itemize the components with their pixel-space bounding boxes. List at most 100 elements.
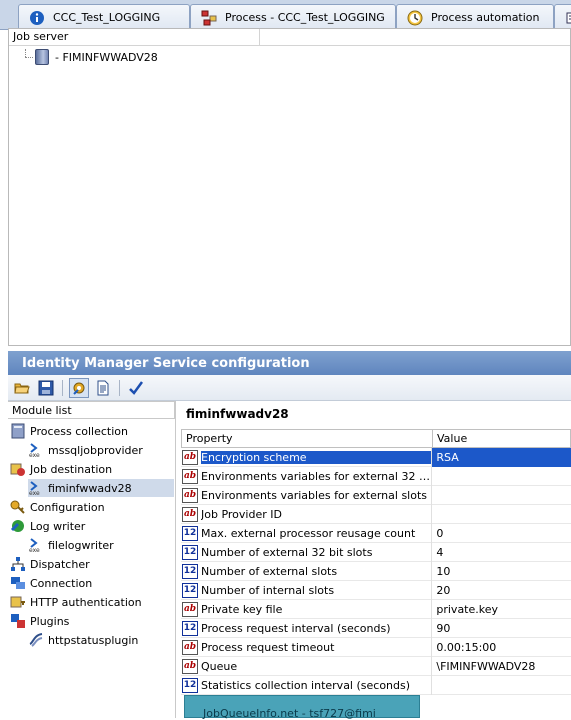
toolbar-separator [62,379,63,396]
property-name: Environments variables for external 32 b… [201,469,432,483]
module-plugins[interactable]: Plugins [10,612,69,630]
module-label: fiminfwwadv28 [48,481,132,495]
save-icon [38,380,54,395]
module-label: Dispatcher [30,557,90,571]
tab-process-automation[interactable]: Process automation [396,4,554,30]
tab-ccc-test-logging[interactable]: CCC_Test_LOGGING [18,4,190,30]
gear-config-icon [73,382,85,395]
module-dispatcher[interactable]: Dispatcher [10,555,90,573]
service-config-title: Identity Manager Service configuration [22,355,310,371]
property-row[interactable]: ab Encryption scheme RSA [181,447,571,467]
property-value[interactable]: \FIMINFWWADV28 [431,656,571,676]
module-label: Log writer [30,519,86,533]
document-tab-strip: CCC_Test_LOGGING Process - CCC_Test_LOGG… [0,0,571,30]
column-header-value[interactable]: Value [433,430,471,447]
folder-open-icon [14,383,30,393]
document-icon [97,380,109,395]
module-process-collection[interactable]: Process collection [10,422,128,440]
exe-icon: exe [28,537,44,553]
number-type-icon: 12 [182,563,198,579]
string-type-icon: ab [182,449,198,465]
property-value[interactable]: 0.00:15:00 [431,637,571,657]
property-value[interactable] [431,675,571,695]
property-value[interactable]: 0 [431,523,571,543]
property-value[interactable]: 90 [431,618,571,638]
string-type-icon: ab [182,468,198,484]
jobqueueinfo-window[interactable]: JobQueueInfo.net - tsf727@fimi [184,695,420,720]
property-row[interactable]: 12 Max. external processor reusage count 0 [181,523,571,543]
clock-icon [407,10,423,25]
property-row[interactable]: 12 Number of external slots 10 [181,561,571,581]
property-name: Process request timeout [201,640,335,654]
property-value[interactable] [431,466,571,486]
checkmark-icon [129,380,144,395]
server-label: - FIMINFWWADV28 [55,50,158,64]
document-button[interactable] [93,378,113,398]
logwriter-icon [10,518,26,534]
jobdest-icon [10,461,26,477]
info-icon [30,10,44,25]
property-row[interactable]: ab Process request timeout 0.00:15:00 [181,637,571,657]
open-button[interactable] [12,378,32,398]
svg-text:exe: exe [29,547,40,553]
job-server-column-header[interactable]: Job server [9,29,570,46]
list-icon [566,12,571,23]
module-mssqljobprovider[interactable]: exe mssqljobprovider [28,441,143,459]
property-value[interactable]: private.key [431,599,571,619]
accept-button[interactable] [126,378,146,398]
property-name: Statistics collection interval (seconds) [201,678,411,692]
module-label: HTTP authentication [30,595,142,609]
module-fiminfwwadv28[interactable]: exe fiminfwwadv28 [28,479,174,497]
string-type-icon: ab [182,506,198,522]
module-job-destination[interactable]: Job destination [10,460,112,478]
save-button[interactable] [36,378,56,398]
number-type-icon: 12 [182,525,198,541]
module-http-authentication[interactable]: HTTP authentication [10,593,142,611]
module-log-writer[interactable]: Log writer [10,517,85,535]
property-row[interactable]: ab Environments variables for external 32… [181,466,571,486]
property-value[interactable]: 10 [431,561,571,581]
property-row[interactable]: ab Environments variables for external sl… [181,485,571,505]
property-value[interactable] [431,504,571,524]
svg-text:exe: exe [29,490,40,496]
property-row[interactable]: 12 Number of external 32 bit slots 4 [181,542,571,562]
number-type-icon: 12 [182,677,198,693]
string-type-icon: ab [182,658,198,674]
tab-process-ccc-test-logging[interactable]: Process - CCC_Test_LOGGING [190,4,396,30]
module-list-header: Module list [8,401,175,419]
column-divider-highlight [260,29,261,45]
tree-connector [25,57,33,58]
property-name: Environments variables for external slot… [201,488,428,502]
plugin-icon [28,632,44,648]
module-label: mssqljobprovider [48,443,143,457]
property-name: Queue [201,659,238,673]
property-row[interactable]: 12 Number of internal slots 20 [181,580,571,600]
property-value[interactable]: RSA [431,447,571,467]
configure-button[interactable] [69,377,89,398]
module-connection[interactable]: Connection [10,574,92,592]
tree-node-server[interactable]: - FIMINFWWADV28 [35,49,158,65]
module-filelogwriter[interactable]: exe filelogwriter [28,536,114,554]
property-row[interactable]: ab Job Provider ID [181,504,571,524]
property-name: Job Provider ID [201,507,282,521]
property-value[interactable]: 20 [431,580,571,600]
property-value[interactable] [431,485,571,505]
property-grid-header: Property Value [181,429,571,448]
property-row[interactable]: ab Queue \FIMINFWWADV28 [181,656,571,676]
http-auth-icon [10,594,26,610]
module-list-header-label: Module list [12,404,72,417]
config-toolbar [8,375,571,401]
property-row[interactable]: 12 Statistics collection interval (second… [181,675,571,695]
property-value[interactable]: 4 [431,542,571,562]
column-header-property[interactable]: Property [182,430,433,447]
tab-overflow[interactable] [554,4,571,30]
property-grid: Property Value ab Encryption scheme RSA ab E… [181,429,571,695]
module-httpstatusplugin[interactable]: httpstatusplugin [28,631,138,649]
exe-icon: exe [28,442,44,458]
column-header-label: Job server [13,30,69,43]
property-row[interactable]: 12 Process request interval (seconds) 90 [181,618,571,638]
plugins-icon [10,613,26,629]
module-configuration[interactable]: Configuration [10,498,105,516]
module-label: Plugins [30,614,70,628]
property-row[interactable]: ab Private key file private.key [181,599,571,619]
